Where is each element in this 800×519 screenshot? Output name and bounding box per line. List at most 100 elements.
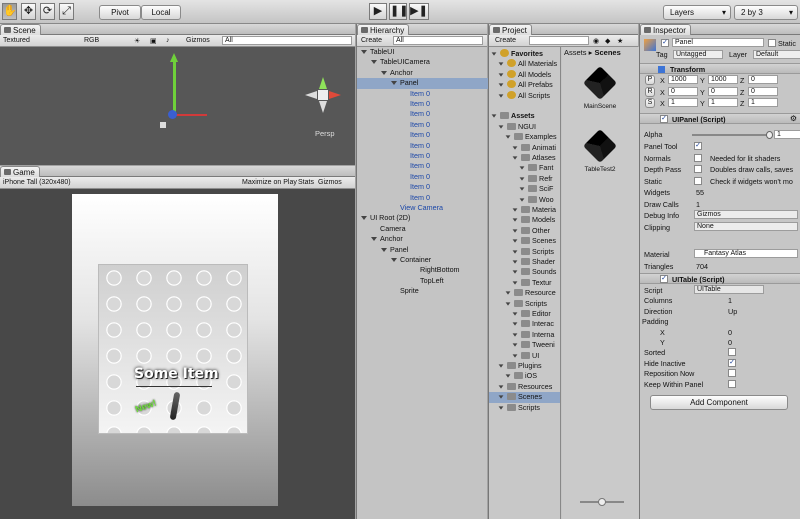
project-folder-item[interactable]: Resource xyxy=(489,288,560,298)
hierarchy-item[interactable]: Item 0 xyxy=(357,109,488,119)
uipanel-row-checkbox[interactable]: ✓ xyxy=(694,142,702,150)
expand-arrow-icon[interactable] xyxy=(512,333,518,337)
expand-arrow-icon[interactable] xyxy=(512,208,518,212)
transform-position-x-field[interactable]: 1000 xyxy=(668,75,698,84)
uitable-checkbox[interactable] xyxy=(728,348,736,357)
uitable-row-value[interactable]: UITable xyxy=(694,285,764,294)
transform-scale-button[interactable]: S xyxy=(645,98,655,108)
tab-project[interactable]: Project xyxy=(489,24,532,35)
expand-arrow-icon[interactable] xyxy=(512,239,518,243)
expand-arrow-icon[interactable] xyxy=(512,229,518,233)
project-folder-item[interactable]: Scripts xyxy=(489,247,560,257)
expand-arrow-icon[interactable] xyxy=(505,291,511,295)
uipanel-enabled-checkbox[interactable]: ✓ xyxy=(660,115,668,123)
expand-arrow-icon[interactable] xyxy=(498,125,504,129)
layer-dropdown[interactable]: Default xyxy=(753,50,800,59)
project-folder-item[interactable]: Fant xyxy=(489,163,560,173)
project-folder-item[interactable] xyxy=(489,101,560,111)
render-mode-dropdown[interactable]: Textured xyxy=(3,37,30,44)
expand-arrow-icon[interactable] xyxy=(512,343,518,347)
transform-position-button[interactable]: P xyxy=(645,75,655,85)
scale-tool-icon[interactable]: ⤢ xyxy=(59,3,74,20)
project-folder-item[interactable]: Tweeni xyxy=(489,340,560,350)
hierarchy-item[interactable]: Anchor xyxy=(357,68,488,78)
project-folder-item[interactable]: Woo xyxy=(489,195,560,205)
hierarchy-item[interactable]: Anchor xyxy=(357,234,488,244)
project-folder-item[interactable]: Interac xyxy=(489,319,560,329)
gear-icon[interactable]: ⚙ xyxy=(790,114,797,123)
project-folder-item[interactable]: Scripts xyxy=(489,299,560,309)
project-folder-item[interactable]: UI xyxy=(489,351,560,361)
layout-dropdown[interactable]: 2 by 3 ▾ xyxy=(734,5,798,20)
transform-rotation-x-field[interactable]: 0 xyxy=(668,86,698,96)
project-folder-item[interactable]: SciF xyxy=(489,184,560,194)
project-folder-item[interactable]: Plugins xyxy=(489,361,560,371)
hierarchy-item[interactable]: Item 0 xyxy=(357,151,488,161)
filter-label-icon[interactable]: ◆ xyxy=(605,37,610,45)
audio-icon[interactable]: ♪ xyxy=(166,37,170,44)
project-create-button[interactable]: Create xyxy=(495,37,516,44)
uipanel-header[interactable]: ✓ UIPanel (Script) ⚙ xyxy=(640,113,800,124)
step-icon[interactable]: ▶❚ xyxy=(409,3,429,20)
layers-dropdown[interactable]: Layers ▾ xyxy=(663,5,731,20)
project-folder-item[interactable]: Editor xyxy=(489,309,560,319)
uitable-checkbox[interactable] xyxy=(728,369,736,378)
tab-game[interactable]: Game xyxy=(0,166,40,177)
pause-icon[interactable]: ❚❚ xyxy=(389,3,408,20)
hierarchy-item[interactable]: UI Root (2D) xyxy=(357,213,488,223)
expand-arrow-icon[interactable] xyxy=(498,73,504,77)
local-button[interactable]: Local xyxy=(141,5,181,20)
expand-arrow-icon[interactable] xyxy=(491,114,497,119)
project-folder-item[interactable]: Favorites xyxy=(489,49,560,59)
alpha-value-field[interactable]: 1 xyxy=(774,130,800,139)
clipping-dropdown[interactable]: None xyxy=(694,221,798,231)
uitable-checkbox[interactable] xyxy=(728,379,736,388)
expand-arrow-icon[interactable] xyxy=(491,52,497,56)
expand-arrow-icon[interactable] xyxy=(498,364,504,368)
gizmos-dropdown[interactable]: Gizmos xyxy=(186,37,210,44)
image-icon[interactable]: ▣ xyxy=(150,37,157,45)
hierarchy-item[interactable]: Item 0 xyxy=(357,182,488,192)
uipanel-row-checkbox[interactable] xyxy=(694,176,702,185)
hand-tool-icon[interactable]: ✋ xyxy=(2,3,17,20)
resolution-dropdown[interactable]: iPhone Tall (320x480) xyxy=(3,179,71,186)
hierarchy-item[interactable]: Container xyxy=(357,255,488,265)
expand-arrow-icon[interactable] xyxy=(519,166,525,171)
favorite-icon[interactable]: ★ xyxy=(617,37,623,45)
expand-arrow-icon[interactable] xyxy=(512,156,518,160)
rotate-tool-icon[interactable]: ⟳ xyxy=(40,3,55,20)
scene-view[interactable]: Persp xyxy=(0,47,355,165)
expand-arrow-icon[interactable] xyxy=(381,70,387,75)
scene-search-input[interactable]: All xyxy=(222,36,352,45)
project-folder-item[interactable]: Atlases xyxy=(489,153,560,163)
expand-arrow-icon[interactable] xyxy=(512,250,518,254)
breadcrumb-leaf[interactable]: Scenes xyxy=(594,48,620,57)
hierarchy-item[interactable]: Item 0 xyxy=(357,89,488,99)
transform-position-y-field[interactable]: 1000 xyxy=(708,75,738,84)
project-search-input[interactable] xyxy=(529,36,589,45)
transform-rotation-button[interactable]: R xyxy=(645,86,655,97)
transform-scale-x-field[interactable]: 1 xyxy=(668,98,698,107)
project-folder-item[interactable]: All Scripts xyxy=(489,90,560,101)
uitable-header[interactable]: ✓ UITable (Script) xyxy=(640,273,800,284)
pivot-button[interactable]: Pivot xyxy=(99,5,141,20)
hierarchy-item[interactable]: Camera xyxy=(357,224,488,234)
project-folder-item[interactable]: iOS xyxy=(489,371,560,381)
object-name-field[interactable]: Panel xyxy=(672,38,764,47)
uitable-checkbox[interactable]: ✓ xyxy=(728,358,736,367)
expand-arrow-icon[interactable] xyxy=(505,374,511,379)
expand-arrow-icon[interactable] xyxy=(512,218,518,223)
project-folder-item[interactable]: Scenes xyxy=(489,392,560,403)
project-folder-item[interactable]: Other xyxy=(489,226,560,236)
hierarchy-item[interactable]: Panel xyxy=(357,78,488,89)
project-folder-item[interactable]: Materia xyxy=(489,205,560,215)
hierarchy-create-button[interactable]: Create xyxy=(361,37,382,44)
project-folder-item[interactable]: Refr xyxy=(489,174,560,184)
debug-info-dropdown[interactable]: Gizmos xyxy=(694,210,798,219)
slider-thumb[interactable] xyxy=(598,498,606,506)
orientation-gizmo-icon[interactable] xyxy=(305,77,341,113)
project-folder-item[interactable]: All Models xyxy=(489,69,560,80)
material-field[interactable]: Fantasy Atlas xyxy=(694,249,798,258)
active-checkbox[interactable]: ✓ xyxy=(661,39,669,47)
expand-arrow-icon[interactable] xyxy=(505,135,511,139)
